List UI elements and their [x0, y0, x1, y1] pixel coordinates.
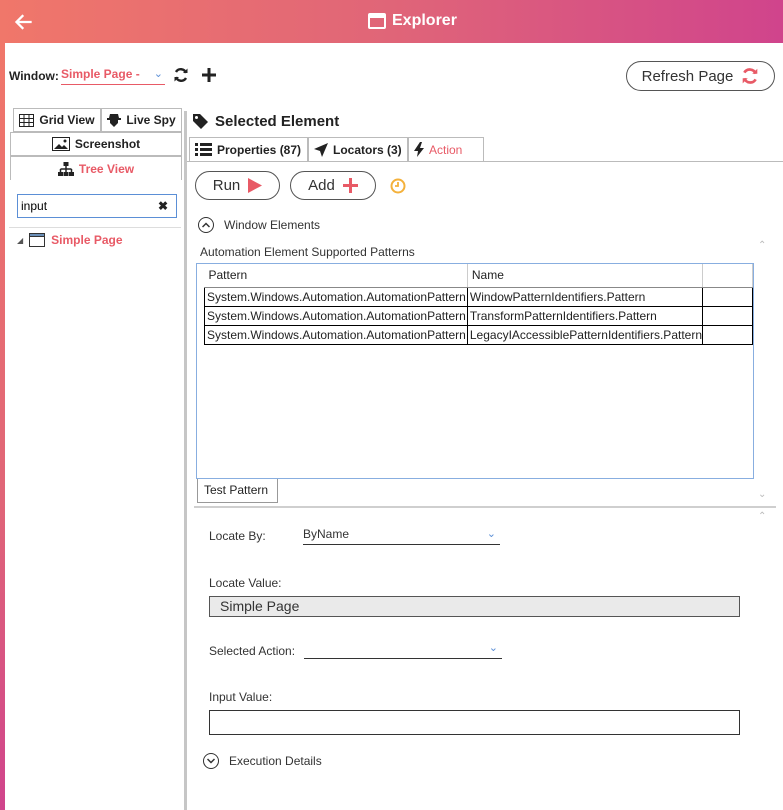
selected-element-header: Selected Element — [192, 111, 339, 131]
table-row[interactable]: System.Windows.Automation.AutomationPatt… — [204, 324, 753, 345]
play-icon — [248, 178, 263, 193]
back-arrow-icon[interactable] — [10, 9, 36, 35]
input-value-label: Input Value: — [209, 690, 273, 704]
tag-icon — [193, 113, 208, 129]
patterns-grid: Pattern Name System.Windows.Automation.A… — [196, 263, 754, 479]
window-icon — [368, 13, 386, 29]
tab-grid-view[interactable]: Grid View — [13, 108, 101, 132]
scroll-up-icon[interactable]: ⌃ — [758, 240, 766, 251]
window-bar: Window: Simple Page - ⌄ Refresh Page — [5, 43, 783, 111]
empty-cell — [702, 305, 753, 326]
chevron-down-icon: ⌄ — [153, 68, 163, 80]
left-panel: Grid View Live Spy Screenshot Tree View … — [5, 108, 185, 810]
list-icon — [195, 143, 212, 156]
tab-tree-view-label: Tree View — [78, 161, 135, 176]
tab-action-label: Action — [429, 142, 463, 157]
horizontal-splitter[interactable] — [194, 506, 776, 508]
tab-divider — [187, 161, 783, 162]
search-input[interactable] — [18, 195, 148, 217]
refresh-icon[interactable] — [173, 67, 189, 83]
selected-action-label: Selected Action: — [209, 644, 296, 658]
sitemap-icon — [57, 161, 74, 176]
locate-by-value: ByName — [303, 527, 350, 541]
tab-properties-label: Properties (87) — [217, 142, 302, 157]
locate-value-field[interactable]: Simple Page — [209, 596, 740, 617]
search-field[interactable]: ✖ — [17, 194, 177, 218]
window-select-value: Simple Page - — [61, 67, 140, 81]
tab-screenshot-label: Screenshot — [74, 137, 141, 151]
clock-icon[interactable] — [390, 178, 406, 194]
image-icon — [51, 137, 70, 151]
bolt-icon — [414, 142, 424, 157]
selected-element-title: Selected Element — [215, 112, 340, 130]
plus-icon — [342, 178, 358, 193]
tree-item-label: Simple Page — [51, 233, 123, 247]
tab-action[interactable]: Action — [408, 137, 484, 162]
location-arrow-icon — [314, 142, 328, 157]
table-row[interactable]: System.Windows.Automation.AutomationPatt… — [204, 286, 753, 307]
tab-locators-label: Locators (3) — [333, 142, 402, 157]
tab-screenshot[interactable]: Screenshot — [10, 132, 182, 156]
chevron-up-icon — [198, 217, 214, 233]
empty-cell — [702, 286, 753, 307]
add-icon[interactable] — [201, 67, 217, 83]
grid-icon — [19, 113, 35, 127]
pattern-cell: System.Windows.Automation.AutomationPatt… — [204, 286, 468, 307]
table-row[interactable]: System.Windows.Automation.AutomationPatt… — [204, 305, 753, 326]
scroll-down-icon[interactable]: ⌄ — [758, 489, 766, 500]
tree-item[interactable]: ◢ Simple Page — [17, 233, 123, 247]
tab-grid-view-label: Grid View — [39, 113, 95, 127]
chevron-down-icon — [203, 753, 219, 769]
patterns-table: Pattern Name System.Windows.Automation.A… — [204, 264, 753, 345]
execution-details-label: Execution Details — [229, 754, 322, 768]
title-bar: Explorer — [0, 0, 783, 43]
chevron-down-icon: ⌄ — [488, 642, 498, 654]
tab-test-pattern[interactable]: Test Pattern — [197, 479, 278, 503]
locate-by-select[interactable]: ByName ⌄ — [303, 527, 500, 545]
divider — [9, 227, 181, 228]
window-elements-expander[interactable]: Window Elements — [198, 217, 320, 233]
refresh-icon — [743, 68, 758, 84]
pattern-cell: System.Windows.Automation.AutomationPatt… — [204, 305, 468, 326]
pattern-cell: System.Windows.Automation.AutomationPatt… — [204, 324, 468, 345]
locate-value-label: Locate Value: — [209, 576, 282, 590]
chevron-down-icon: ⌄ — [486, 528, 496, 540]
window-title: Explorer — [392, 12, 457, 29]
right-panel: Selected Element Properties (87) Locator… — [187, 111, 783, 810]
column-header-pattern[interactable]: Pattern — [204, 264, 468, 288]
refresh-page-label: Refresh Page — [641, 67, 734, 85]
name-cell: WindowPatternIdentifiers.Pattern — [466, 286, 704, 307]
tab-tree-view[interactable]: Tree View — [10, 156, 182, 180]
tab-live-spy[interactable]: Live Spy — [101, 108, 182, 132]
locate-by-label: Locate By: — [209, 529, 266, 543]
window-icon — [29, 233, 46, 247]
input-value-field[interactable] — [209, 710, 740, 735]
name-cell: LegacyIAccessiblePatternIdentifiers.Patt… — [466, 324, 704, 345]
column-header-name[interactable]: Name — [467, 264, 704, 288]
refresh-page-button[interactable]: Refresh Page — [626, 61, 775, 91]
column-header-empty — [702, 264, 753, 288]
add-button[interactable]: Add — [290, 171, 376, 200]
tab-live-spy-label: Live Spy — [126, 113, 176, 127]
tab-properties[interactable]: Properties (87) — [189, 137, 308, 162]
patterns-section-label: Automation Element Supported Patterns — [200, 245, 415, 259]
run-label: Run — [212, 177, 241, 194]
table-header-row: Pattern Name — [204, 264, 753, 288]
expand-triangle-icon[interactable]: ◢ — [17, 236, 23, 245]
name-cell: TransformPatternIdentifiers.Pattern — [466, 305, 704, 326]
window-label: Window: — [9, 69, 59, 83]
execution-details-expander[interactable]: Execution Details — [203, 753, 322, 769]
tab-locators[interactable]: Locators (3) — [308, 137, 408, 162]
empty-cell — [702, 324, 753, 345]
clear-icon[interactable]: ✖ — [158, 199, 168, 213]
window-elements-label: Window Elements — [224, 218, 321, 232]
spy-icon — [107, 114, 122, 127]
scroll-up-icon[interactable]: ⌃ — [758, 511, 766, 522]
add-label: Add — [308, 177, 335, 194]
selected-action-select[interactable]: ⌄ — [304, 641, 502, 659]
window-select[interactable]: Simple Page - ⌄ — [61, 67, 165, 85]
run-button[interactable]: Run — [195, 171, 280, 200]
